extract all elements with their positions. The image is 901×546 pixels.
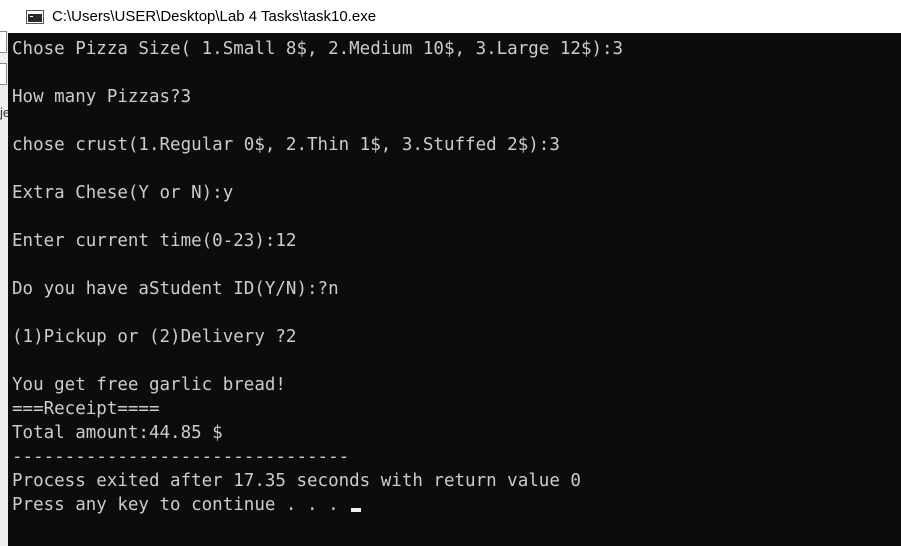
title-bar[interactable]: C:\Users\USER\Desktop\Lab 4 Tasks\task10…	[0, 0, 901, 33]
console-line: How many Pizzas?3	[12, 87, 192, 107]
window-title: C:\Users\USER\Desktop\Lab 4 Tasks\task10…	[52, 8, 377, 25]
console-line: Enter current time(0-23):12	[12, 231, 297, 251]
separator-line: --------------------------------	[12, 447, 350, 467]
background-edge-button	[0, 63, 7, 85]
background-edge-button	[0, 31, 7, 53]
total-amount: Total amount:44.85 $	[12, 423, 223, 443]
console-line: Extra Chese(Y or N):y	[12, 183, 234, 203]
continue-prompt-line: Press any key to continue . . .	[12, 493, 901, 517]
console-window: C:\Users\USER\Desktop\Lab 4 Tasks\task10…	[0, 0, 901, 546]
console-app-icon	[26, 9, 44, 24]
console-line: (1)Pickup or (2)Delivery ?2	[12, 327, 297, 347]
console-line: chose crust(1.Regular 0$, 2.Thin 1$, 3.S…	[12, 135, 560, 155]
console-line: Do you have aStudent ID(Y/N):?n	[12, 279, 339, 299]
console-line: Chose Pizza Size( 1.Small 8$, 2.Medium 1…	[12, 39, 624, 59]
background-window-edge: je	[0, 31, 10, 546]
console-output[interactable]: Chose Pizza Size( 1.Small 8$, 2.Medium 1…	[8, 33, 901, 546]
console-line: You get free garlic bread!	[12, 375, 286, 395]
receipt-header: ===Receipt====	[12, 399, 160, 419]
process-exit-line: Process exited after 17.35 seconds with …	[12, 471, 581, 491]
continue-prompt: Press any key to continue . . .	[12, 495, 350, 515]
text-cursor	[351, 508, 362, 512]
